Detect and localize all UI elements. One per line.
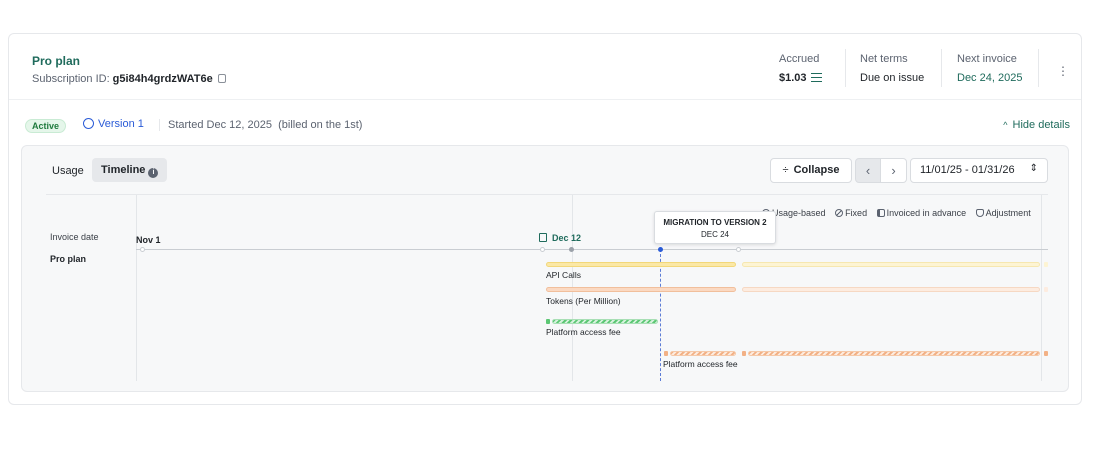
invoice-date-label: Invoice date xyxy=(50,232,99,242)
api-calls-bar-future[interactable] xyxy=(742,262,1040,267)
kebab-icon[interactable]: ⋮ xyxy=(1057,64,1069,78)
platform-fee-v2-end xyxy=(1044,351,1048,356)
grid-line xyxy=(1041,195,1042,381)
subscription-header: Pro plan Subscription ID: g5i84h4grdzWAT6… xyxy=(9,34,1081,100)
legend-fixed-label: Fixed xyxy=(845,208,868,218)
chevron-left-icon[interactable]: ‹ xyxy=(855,158,881,183)
legend-usage-based-label: Usage-based xyxy=(772,208,826,218)
timeline-point xyxy=(540,247,545,252)
accrued-value: $1.03 xyxy=(779,72,807,84)
subscription-card: Pro plan Subscription ID: g5i84h4grdzWAT6… xyxy=(8,33,1082,405)
migration-point[interactable] xyxy=(658,247,663,252)
calendar-icon xyxy=(539,233,547,242)
tokens-label: Tokens (Per Million) xyxy=(546,296,621,306)
next-invoice-value: Dec 24, 2025 xyxy=(957,72,1023,84)
chevron-right-icon[interactable]: › xyxy=(881,158,907,183)
date-range-select[interactable]: 11/01/25 - 01/31/26 ⇕ xyxy=(910,158,1048,183)
plan-row-label: Pro plan xyxy=(50,254,87,264)
timeline-point xyxy=(569,247,574,252)
timeline-axis xyxy=(136,249,1048,250)
started-text: Started Dec 12, 2025 xyxy=(159,119,272,131)
legend: Usage-based Fixed Invoiced in advance Ad… xyxy=(762,208,1031,218)
invoiced-in-advance-icon xyxy=(876,209,885,217)
subscription-id: g5i84h4grdzWAT6e xyxy=(112,73,213,85)
legend-invoiced-in-advance-label: Invoiced in advance xyxy=(886,208,967,218)
timeline-point xyxy=(140,247,145,252)
api-calls-bar-end xyxy=(1044,262,1048,267)
subscription-id-row: Subscription ID: g5i84h4grdzWAT6e xyxy=(32,73,226,85)
version-link[interactable]: Version 1 xyxy=(83,118,144,130)
date-dec-12-label: Dec 12 xyxy=(552,233,582,243)
platform-fee-v2-start xyxy=(664,351,668,356)
platform-fee-v2-bar[interactable] xyxy=(670,351,736,356)
migration-marker-line xyxy=(660,249,661,381)
info-icon[interactable]: i xyxy=(148,168,159,178)
migration-tooltip: MIGRATION TO VERSION 2 DEC 24 xyxy=(654,211,776,244)
collapse-label: Collapse xyxy=(793,164,840,176)
divider xyxy=(46,194,1048,195)
platform-fee-v2-bar-future[interactable] xyxy=(748,351,1040,356)
accrued-label: Accrued xyxy=(779,53,820,65)
api-calls-label: API Calls xyxy=(546,270,581,280)
platform-fee-v2-label: Platform access fee xyxy=(663,359,738,369)
list-icon[interactable] xyxy=(810,73,822,82)
subscription-id-label: Subscription ID: xyxy=(32,73,110,85)
date-nov-1: Nov 1 xyxy=(136,235,161,245)
date-range-value: 11/01/25 - 01/31/26 xyxy=(920,164,1015,176)
legend-fixed: Fixed xyxy=(835,208,867,218)
legend-adjustment-label: Adjustment xyxy=(985,208,1031,218)
next-invoice-stat: Next invoice Dec 24, 2025 xyxy=(957,53,1022,84)
divider xyxy=(941,49,942,87)
sort-icon: ⇕ xyxy=(1029,163,1038,174)
copy-icon[interactable] xyxy=(217,74,226,83)
tokens-bar[interactable] xyxy=(546,287,736,292)
net-terms-stat: Net terms Due on issue xyxy=(860,53,924,84)
net-terms-value: Due on issue xyxy=(860,72,925,84)
status-badge: Active xyxy=(25,119,67,133)
divider xyxy=(1038,49,1039,87)
platform-fee-bar[interactable] xyxy=(552,319,658,324)
platform-fee-label: Platform access fee xyxy=(546,327,621,337)
next-invoice-label: Next invoice xyxy=(957,53,1017,65)
chevron-up-icon: ^ xyxy=(1003,120,1008,130)
tooltip-title: MIGRATION TO VERSION 2 xyxy=(663,218,767,227)
api-calls-bar[interactable] xyxy=(546,262,736,267)
plan-name: Pro plan xyxy=(32,54,81,68)
platform-fee-v2-mid xyxy=(742,351,746,356)
tab-timeline-label: Timeline xyxy=(101,164,146,176)
platform-fee-start xyxy=(546,319,550,324)
fixed-icon xyxy=(835,209,844,217)
hide-details-button[interactable]: ^ Hide details xyxy=(1003,119,1070,131)
billed-text: (billed on the 1st) xyxy=(278,119,363,131)
divider xyxy=(845,49,846,87)
accrued-value-row: $1.03 xyxy=(779,72,822,84)
accrued-stat: Accrued $1.03 xyxy=(779,53,822,84)
tab-usage[interactable]: Usage xyxy=(52,165,84,177)
collapse-icon: ÷ xyxy=(782,164,789,176)
hide-details-label: Hide details xyxy=(1012,119,1070,131)
tooltip-date: DEC 24 xyxy=(700,230,729,239)
tab-timeline[interactable]: Timeline i xyxy=(92,158,168,182)
adjustment-icon xyxy=(975,209,984,217)
grid-line xyxy=(136,195,137,381)
collapse-button[interactable]: ÷ Collapse xyxy=(770,158,852,183)
legend-invoiced-in-advance: Invoiced in advance xyxy=(876,208,967,218)
legend-adjustment: Adjustment xyxy=(975,208,1031,218)
timeline-panel: Usage Timeline i ÷ Collapse ‹ › 11/01/25 -… xyxy=(21,145,1069,392)
status-row: Active Version 1 Started Dec 12, 2025 (b… xyxy=(9,118,1081,138)
tokens-bar-end xyxy=(1044,287,1048,292)
net-terms-label: Net terms xyxy=(860,53,908,65)
date-dec-12: Dec 12 xyxy=(539,233,581,243)
version-label: Version 1 xyxy=(98,118,144,130)
timeline-point xyxy=(736,247,741,252)
clock-icon xyxy=(83,118,94,129)
tokens-bar-future[interactable] xyxy=(742,287,1040,292)
started-info: Started Dec 12, 2025 (billed on the 1st) xyxy=(159,119,362,131)
